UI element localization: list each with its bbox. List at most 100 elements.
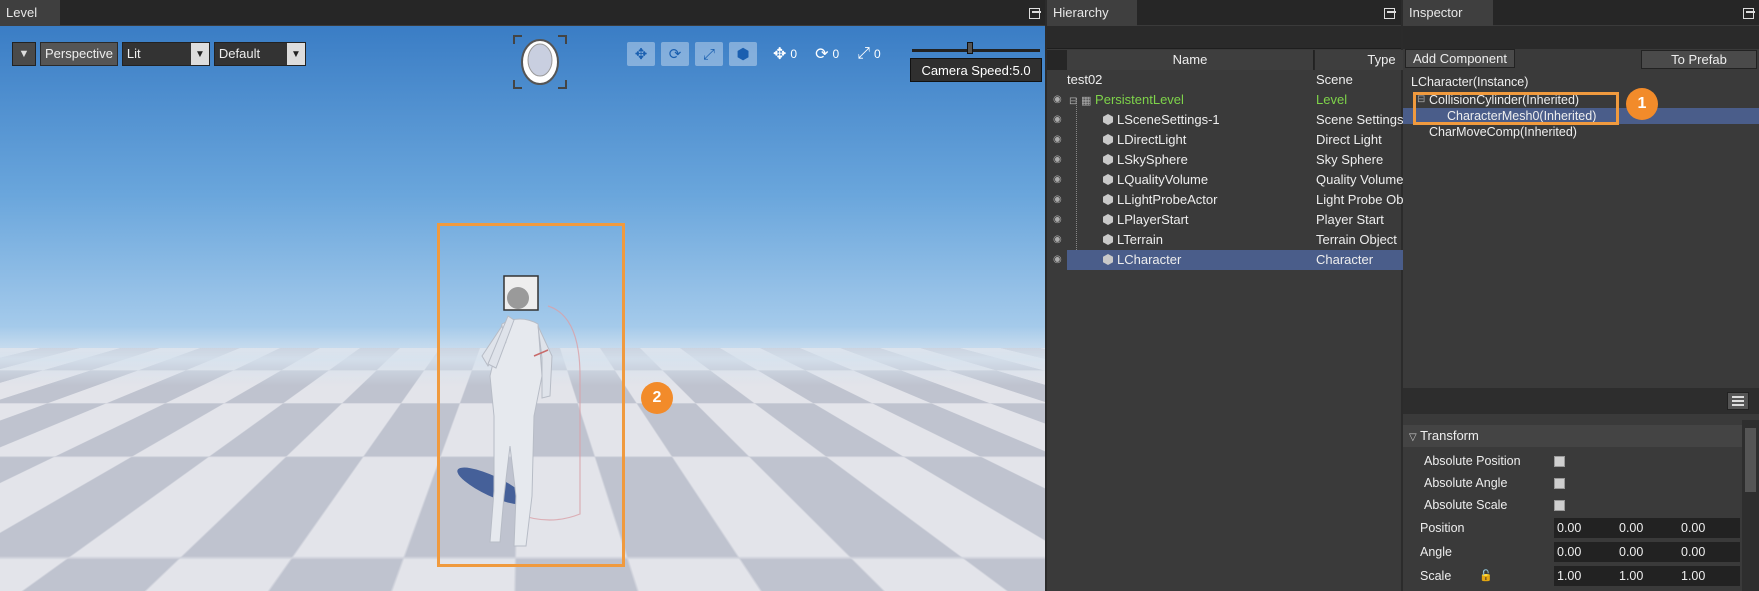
visibility-eye-icon[interactable]: ◉ — [1053, 170, 1067, 190]
tree-row[interactable]: ◉ LQualityVolume Quality Volume — [1047, 170, 1403, 190]
hierarchy-tabbar: Hierarchy — [1047, 0, 1401, 26]
tree-row-label: LDirectLight — [1117, 132, 1187, 147]
to-prefab-button[interactable]: To Prefab — [1641, 50, 1757, 69]
pin-icon[interactable] — [1742, 6, 1756, 20]
tree-row[interactable]: ◉ LDirectLight Direct Light — [1047, 130, 1401, 150]
property-label: Absolute Angle — [1424, 476, 1508, 490]
angle-y-field[interactable]: 0.00 — [1616, 542, 1678, 562]
scene-viewport[interactable]: ▼ Perspective Lit ▼ Default ▼ ✥ ⟳ ⤢ ⬢ ✥ … — [0, 26, 1045, 591]
visibility-eye-icon[interactable]: ◉ — [1053, 90, 1067, 110]
tree-row[interactable]: ◉ LSceneSettings-1 Scene Settings — [1047, 110, 1403, 130]
tree-row-selected[interactable]: ◉ LCharacter Character — [1047, 250, 1449, 270]
chevron-down-icon: ▼ — [190, 43, 209, 65]
inspector-tabbar: Inspector — [1403, 0, 1759, 26]
lighting-mode-select[interactable]: Lit ▼ — [121, 42, 210, 66]
viewport-menu-button[interactable]: ▼ — [12, 42, 36, 66]
component-root[interactable]: LCharacter(Instance) — [1403, 72, 1759, 92]
lock-icon[interactable]: 🔓 — [1479, 566, 1493, 586]
level-panel: Level ▼ Perspective Lit ▼ Default ▼ ✥ ⟳ … — [0, 0, 1045, 591]
tree-row[interactable]: ◉ LTerrain Terrain Object — [1047, 230, 1401, 250]
lighting-mode-value: Lit — [122, 43, 191, 65]
tree-row-label: LLightProbeActor — [1117, 192, 1218, 207]
actor-cube-icon — [1103, 214, 1113, 225]
camera-speed-label: Camera Speed:5.0 — [910, 58, 1042, 82]
absolute-position-row: Absolute Position — [1403, 451, 1743, 471]
tree-row-label: LSceneSettings-1 — [1117, 112, 1220, 127]
tree-row-name: LQualityVolume — [1067, 170, 1314, 190]
absolute-scale-checkbox[interactable] — [1554, 500, 1565, 511]
pin-icon[interactable] — [1383, 6, 1397, 20]
add-component-button[interactable]: Add Component — [1405, 49, 1515, 68]
actor-cube-icon — [1103, 234, 1113, 245]
level-icon: ▦ — [1081, 95, 1092, 107]
column-name-header[interactable]: Name — [1067, 50, 1314, 70]
angle-x-field[interactable]: 0.00 — [1554, 542, 1616, 562]
camera-gizmo-icon[interactable] — [512, 34, 568, 90]
visibility-eye-icon[interactable]: ◉ — [1053, 190, 1067, 210]
scale-x-field[interactable]: 1.00 — [1554, 566, 1616, 586]
tree-row[interactable]: ◉ LPlayerStart Player Start — [1047, 210, 1401, 230]
tab-inspector[interactable]: Inspector — [1403, 0, 1493, 26]
actor-cube-icon — [1103, 194, 1113, 205]
menu-icon[interactable] — [1727, 392, 1749, 410]
camera-speed-knob[interactable] — [967, 42, 973, 54]
actor-cube-icon — [1103, 134, 1113, 145]
position-snap-icon[interactable]: ✥ — [773, 44, 786, 64]
visibility-eye-icon[interactable]: ◉ — [1053, 110, 1067, 130]
tree-row-name: LDirectLight — [1067, 130, 1314, 150]
tree-row[interactable]: ◉ LSkySphere Sky Sphere — [1047, 150, 1401, 170]
local-space-icon[interactable]: ⬢ — [729, 42, 757, 66]
tree-row[interactable]: ◉ ⊟ ▦ PersistentLevel Level — [1047, 90, 1401, 110]
scrollbar-thumb[interactable] — [1745, 428, 1756, 492]
absolute-position-checkbox[interactable] — [1554, 456, 1565, 467]
camera-speed-slider[interactable] — [912, 42, 1040, 54]
move-tool-icon[interactable]: ✥ — [627, 42, 655, 66]
actor-cube-icon — [1103, 254, 1113, 265]
inspector-scrollbar[interactable] — [1742, 420, 1759, 591]
transform-section-header[interactable]: ▽ Transform — [1403, 425, 1743, 447]
property-label: Absolute Position — [1424, 454, 1521, 468]
property-label: Position — [1420, 521, 1465, 535]
rotation-snap-value[interactable]: 0 — [833, 47, 840, 61]
tab-hierarchy[interactable]: Hierarchy — [1047, 0, 1137, 26]
collapse-toggle-icon[interactable]: ⊟ — [1069, 96, 1077, 107]
annotation-marker-1: 1 — [1626, 88, 1658, 120]
scale-snap-icon[interactable]: ⤢ — [857, 45, 870, 63]
property-label: Angle — [1420, 545, 1452, 559]
visibility-eye-icon[interactable]: ◉ — [1053, 230, 1067, 250]
component-label: CharMoveComp(Inherited) — [1429, 125, 1577, 139]
angle-z-field[interactable]: 0.00 — [1678, 542, 1740, 562]
tree-row[interactable]: test02 Scene — [1047, 70, 1401, 90]
perspective-button[interactable]: Perspective — [40, 42, 118, 66]
tree-row-name: ⊟ ▦ PersistentLevel — [1067, 90, 1314, 110]
visibility-eye-icon[interactable]: ◉ — [1053, 250, 1067, 270]
position-y-field[interactable]: 0.00 — [1616, 518, 1678, 538]
transform-tools: ✥ ⟳ ⤢ ⬢ ✥ 0 ⟳ 0 ⤢ 0 — [627, 42, 899, 66]
actor-cube-icon — [1103, 154, 1113, 165]
rotate-tool-icon[interactable]: ⟳ — [661, 42, 689, 66]
position-x-field[interactable]: 0.00 — [1554, 518, 1616, 538]
tab-level[interactable]: Level — [0, 0, 60, 26]
position-snap-value[interactable]: 0 — [790, 47, 797, 61]
scale-y-field[interactable]: 1.00 — [1616, 566, 1678, 586]
inspector-search-bar[interactable] — [1403, 26, 1759, 49]
rotation-snap-icon[interactable]: ⟳ — [815, 44, 828, 64]
scale-snap-value[interactable]: 0 — [874, 47, 881, 61]
property-label: Absolute Scale — [1424, 498, 1508, 512]
actor-cube-icon — [1103, 174, 1113, 185]
render-preset-select[interactable]: Default ▼ — [213, 42, 306, 66]
tree-row[interactable]: ◉ LLightProbeActor Light Probe Object — [1047, 190, 1424, 210]
absolute-angle-checkbox[interactable] — [1554, 478, 1565, 489]
tree-row-label: LTerrain — [1117, 232, 1164, 247]
tree-row-label: PersistentLevel — [1095, 92, 1184, 107]
scale-tool-icon[interactable]: ⤢ — [695, 42, 723, 66]
scale-z-field[interactable]: 1.00 — [1678, 566, 1740, 586]
visibility-eye-icon[interactable]: ◉ — [1053, 210, 1067, 230]
visibility-eye-icon[interactable]: ◉ — [1053, 150, 1067, 170]
absolute-angle-row: Absolute Angle — [1403, 473, 1743, 493]
component-item[interactable]: CharMoveComp(Inherited) — [1403, 124, 1759, 140]
position-z-field[interactable]: 0.00 — [1678, 518, 1740, 538]
pin-icon[interactable] — [1028, 6, 1042, 20]
visibility-eye-icon[interactable]: ◉ — [1053, 130, 1067, 150]
hierarchy-search-bar[interactable] — [1047, 26, 1401, 49]
